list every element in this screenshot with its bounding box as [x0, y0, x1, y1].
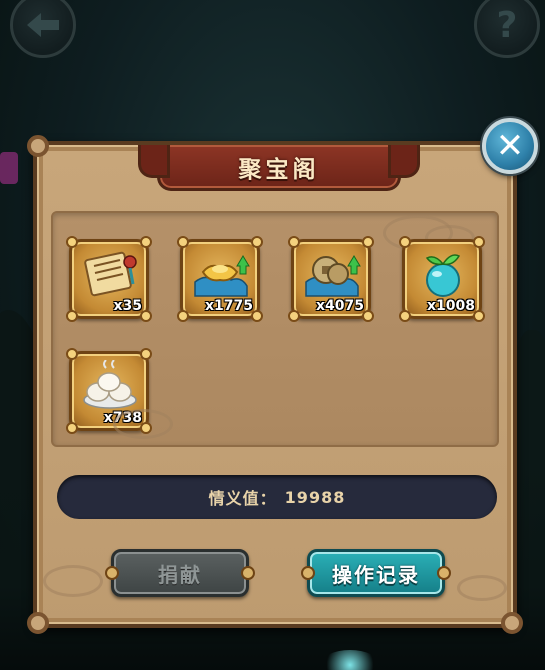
treasure-pavilion-dialog: 聚宝阁 x35 x1775 x4075 x1008 x738 情义值： 1998… — [27, 135, 523, 634]
copper-coin-upgrade-icon — [305, 255, 361, 297]
donate-button-label: 捐献 — [158, 562, 202, 587]
value-number: 19988 — [284, 487, 346, 507]
side-flower-decoration — [0, 152, 18, 184]
cloud-ornament — [457, 575, 507, 601]
arrow-left-icon — [27, 13, 59, 37]
item-count: x1775 — [205, 298, 253, 314]
panel-corner — [27, 135, 49, 157]
panel-corner — [501, 612, 523, 634]
sprout-orb-item[interactable]: x1008 — [399, 236, 485, 322]
item-count: x35 — [113, 298, 142, 314]
panel-corner — [27, 612, 49, 634]
cloud-ornament — [43, 565, 103, 597]
gold-ingot-item[interactable]: x1775 — [177, 236, 263, 322]
value-label: 情义值： — [208, 489, 277, 508]
help-button[interactable]: ? — [474, 0, 540, 58]
items-grid: x35 x1775 x4075 x1008 x738 — [51, 211, 499, 447]
back-button[interactable] — [10, 0, 76, 58]
item-count: x1008 — [427, 298, 475, 314]
cloud-ornament — [113, 409, 173, 439]
scroll-item[interactable]: x35 — [66, 236, 152, 322]
copper-coin-item[interactable]: x4075 — [288, 236, 374, 322]
title-banner: 聚宝阁 — [138, 145, 420, 191]
records-button-label: 操作记录 — [332, 562, 420, 587]
close-icon: ✕ — [495, 126, 525, 166]
dialog-title: 聚宝阁 — [238, 156, 320, 183]
close-button[interactable]: ✕ — [482, 118, 538, 174]
item-count: x4075 — [316, 298, 364, 314]
scroll-icon — [84, 251, 137, 297]
donate-button[interactable]: 捐献 — [105, 549, 255, 597]
help-label: ? — [496, 4, 518, 46]
gold-ingot-upgrade-icon — [194, 255, 250, 297]
steamed-buns-icon — [83, 360, 137, 409]
affection-value-bar: 情义值： 19988 — [57, 475, 497, 519]
operation-records-button[interactable]: 操作记录 — [301, 549, 451, 597]
sprout-orb-icon — [425, 254, 461, 297]
